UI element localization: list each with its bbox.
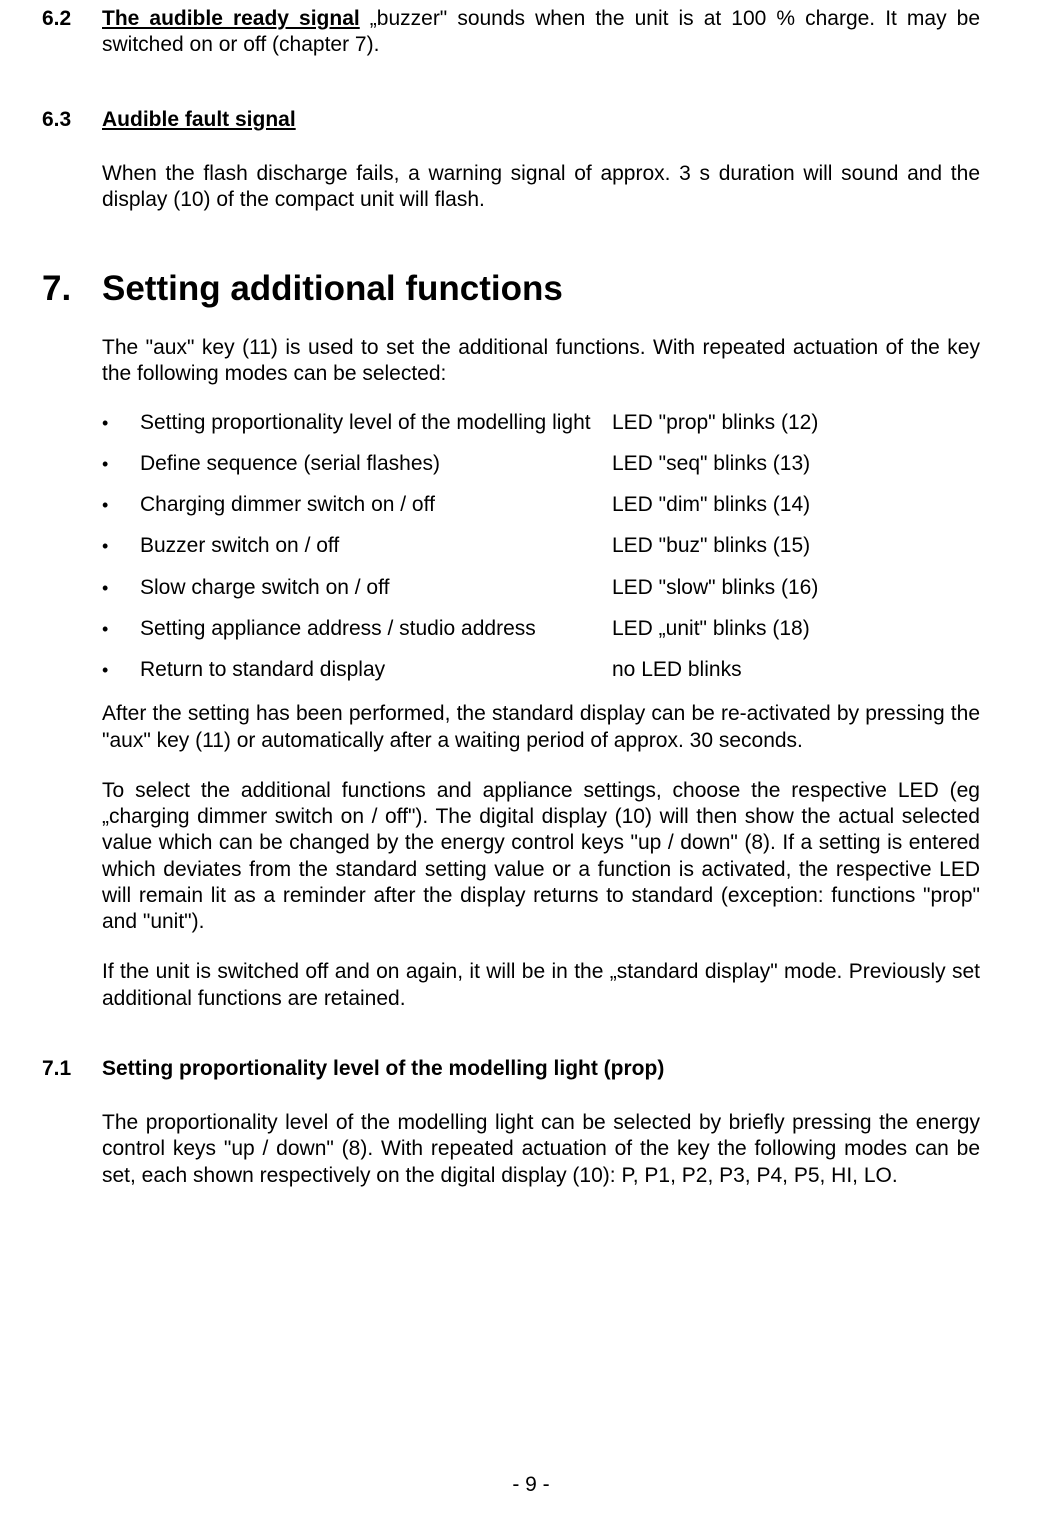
- bullet-label: Define sequence (serial flashes): [140, 451, 612, 477]
- section-body: Audible fault signal When the flash disc…: [102, 107, 980, 214]
- chapter-7-heading: 7. Setting additional functions: [42, 267, 980, 311]
- list-item: • Setting proportionality level of the m…: [102, 410, 980, 436]
- bullet-label: Buzzer switch on / off: [140, 533, 612, 559]
- bullet-label: Slow charge switch on / off: [140, 575, 612, 601]
- chapter-7-para-3: If the unit is switched off and on again…: [102, 959, 980, 1012]
- list-item: • Slow charge switch on / off LED "slow"…: [102, 575, 980, 601]
- bullet-icon: •: [102, 410, 140, 435]
- list-item: • Return to standard display no LED blin…: [102, 657, 980, 683]
- bullet-icon: •: [102, 616, 140, 641]
- bullet-icon: •: [102, 451, 140, 476]
- section-title: Audible fault signal: [102, 107, 980, 133]
- bullet-list: • Setting proportionality level of the m…: [102, 410, 980, 684]
- section-7-1-body: The proportionality level of the modelli…: [102, 1110, 980, 1189]
- bullet-icon: •: [102, 492, 140, 517]
- chapter-7-para-1: After the setting has been performed, th…: [102, 701, 980, 754]
- bullet-value: LED "slow" blinks (16): [612, 575, 980, 601]
- bullet-label: Return to standard display: [140, 657, 612, 683]
- bullet-value: LED „unit" blinks (18): [612, 616, 980, 642]
- section-number: 6.3: [42, 107, 102, 214]
- section-6-2: 6.2 The audible ready signal „buzzer" so…: [42, 0, 980, 59]
- bullet-label: Setting appliance address / studio addre…: [140, 616, 612, 642]
- list-item: • Buzzer switch on / off LED "buz" blink…: [102, 533, 980, 559]
- list-item: • Define sequence (serial flashes) LED "…: [102, 451, 980, 477]
- chapter-7-para-2: To select the additional functions and a…: [102, 778, 980, 936]
- chapter-number: 7.: [42, 267, 102, 311]
- section-number: 7.1: [42, 1056, 102, 1082]
- list-item: • Charging dimmer switch on / off LED "d…: [102, 492, 980, 518]
- bullet-icon: •: [102, 657, 140, 682]
- bullet-value: LED "dim" blinks (14): [612, 492, 980, 518]
- bullet-value: no LED blinks: [612, 657, 980, 683]
- section-6-3: 6.3 Audible fault signal When the flash …: [42, 107, 980, 214]
- bullet-label: Charging dimmer switch on / off: [140, 492, 612, 518]
- bullet-value: LED "prop" blinks (12): [612, 410, 980, 436]
- page-number: - 9 -: [0, 1472, 1062, 1498]
- bullet-icon: •: [102, 575, 140, 600]
- section-7-1-heading: 7.1 Setting proportionality level of the…: [42, 1056, 980, 1082]
- chapter-7-intro: The "aux" key (11) is used to set the ad…: [102, 335, 980, 388]
- section-body: The audible ready signal „buzzer" sounds…: [102, 6, 980, 59]
- section-text: When the flash discharge fails, a warnin…: [102, 161, 980, 214]
- list-item: • Setting appliance address / studio add…: [102, 616, 980, 642]
- bullet-label: Setting proportionality level of the mod…: [140, 410, 612, 436]
- bullet-value: LED "seq" blinks (13): [612, 451, 980, 477]
- section-number: 6.2: [42, 6, 102, 59]
- bullet-icon: •: [102, 533, 140, 558]
- chapter-title: Setting additional functions: [102, 267, 980, 311]
- bullet-value: LED "buz" blinks (15): [612, 533, 980, 559]
- section-title: Setting proportionality level of the mod…: [102, 1056, 664, 1082]
- section-title: The audible ready signal: [102, 7, 360, 30]
